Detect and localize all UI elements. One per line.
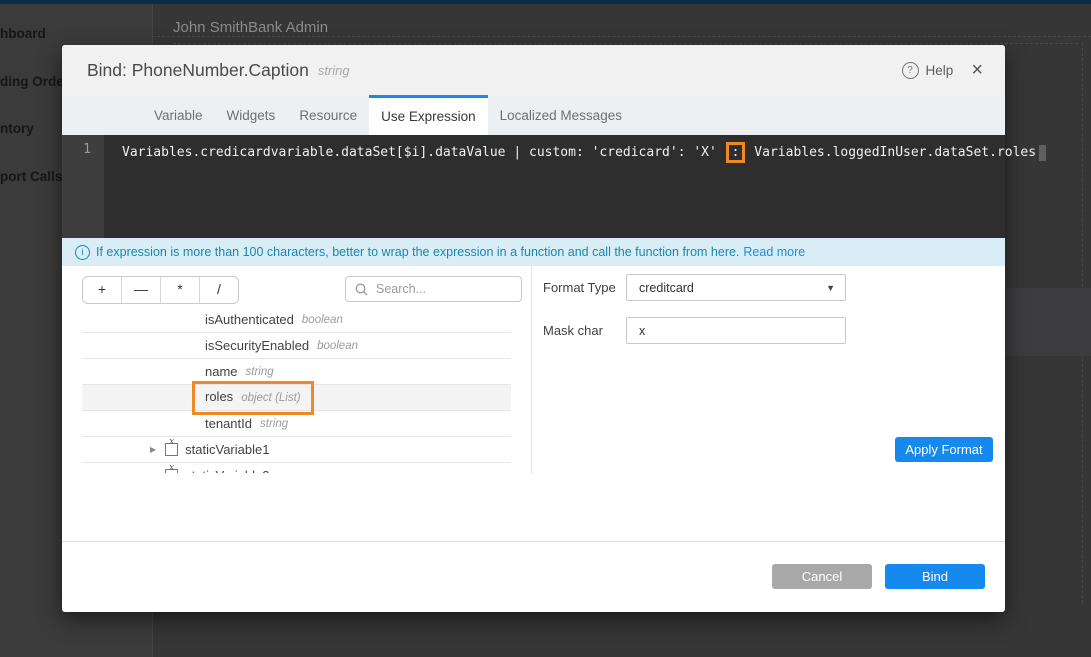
- search-icon: [355, 283, 368, 296]
- dialog-content: + — * /: [62, 266, 1005, 475]
- tree-row-type: string: [260, 411, 288, 437]
- help-label: Help: [926, 63, 954, 78]
- operator-button-group: + — * /: [82, 276, 239, 304]
- bind-dialog: Bind: PhoneNumber.Caption string ? Help …: [62, 45, 1005, 611]
- expand-arrow-icon[interactable]: ▶: [150, 437, 156, 463]
- bind-button[interactable]: Bind: [885, 564, 985, 589]
- tree-search-box: [345, 276, 522, 302]
- divide-operator-button[interactable]: /: [199, 277, 238, 303]
- help-icon: ?: [902, 62, 919, 79]
- tree-row-label: tenantId: [205, 411, 252, 437]
- colon-highlight-box: :: [726, 142, 746, 163]
- info-text: If expression is more than 100 character…: [96, 245, 739, 259]
- tree-row-label: staticVariable1: [185, 437, 269, 463]
- info-icon: i: [75, 245, 90, 260]
- plus-operator-button[interactable]: +: [83, 277, 121, 303]
- dialog-type-label: string: [318, 63, 350, 78]
- top-accent-bar: [0, 0, 1091, 4]
- tab-use-expression[interactable]: Use Expression: [369, 95, 488, 135]
- tree-row-tenantid[interactable]: tenantId string: [82, 411, 511, 437]
- sidebar-item-dashboard[interactable]: hboard: [0, 26, 150, 41]
- screen: hboard ding Order ntory port Calls John …: [0, 0, 1091, 657]
- tree-row-staticvariable1[interactable]: ▶ x staticVariable1: [82, 437, 511, 463]
- expression-editor[interactable]: 1 Variables.credicardvariable.dataSet[$i…: [62, 135, 1005, 238]
- format-type-label: Format Type: [543, 274, 626, 295]
- tab-resource[interactable]: Resource: [287, 95, 369, 135]
- tab-localized-messages[interactable]: Localized Messages: [488, 95, 634, 135]
- close-icon[interactable]: ×: [971, 60, 983, 80]
- tree-row-label: roles: [205, 384, 233, 410]
- format-type-value: creditcard: [639, 281, 694, 295]
- multiply-operator-button[interactable]: *: [160, 277, 199, 303]
- editor-gutter: 1: [62, 135, 104, 238]
- tree-toolbar: + — * /: [62, 266, 531, 310]
- tree-row-label: isAuthenticated: [205, 310, 294, 333]
- minus-operator-button[interactable]: —: [121, 277, 160, 303]
- canvas-panel: [1004, 288, 1091, 356]
- tree-row-roles[interactable]: roles object (List): [82, 385, 511, 411]
- mask-char-input[interactable]: [626, 317, 846, 344]
- apply-format-button[interactable]: Apply Format: [895, 437, 993, 462]
- tab-widgets[interactable]: Widgets: [215, 95, 288, 135]
- tree-row-staticvariable2[interactable]: ▶ x staticVariable2: [82, 463, 511, 473]
- format-panel: Format Type creditcard ▼ Mask char Apply…: [531, 266, 1005, 474]
- canvas-outline: [173, 43, 1078, 44]
- read-more-link[interactable]: Read more: [743, 245, 805, 259]
- header-user-label: John SmithBank Admin: [173, 19, 328, 36]
- line-number: 1: [83, 142, 91, 157]
- mask-char-label: Mask char: [543, 317, 626, 338]
- tree-row-label: isSecurityEnabled: [205, 333, 309, 359]
- tree-row-type: object (List): [241, 385, 300, 411]
- dialog-tabs: Variable Widgets Resource Use Expression…: [62, 95, 1005, 135]
- expression-info-bar: i If expression is more than 100 charact…: [62, 238, 1005, 266]
- tree-row-type: boolean: [317, 333, 358, 359]
- code-before-highlight: Variables.credicardvariable.dataSet[$i].…: [122, 145, 725, 160]
- help-button[interactable]: ? Help: [902, 62, 954, 79]
- tab-variable[interactable]: Variable: [142, 95, 215, 135]
- dialog-footer: Cancel Bind: [62, 541, 1005, 612]
- code-after-highlight: Variables.loggedInUser.dataSet.roles: [746, 145, 1036, 160]
- variable-icon: x: [165, 469, 178, 473]
- search-input[interactable]: [374, 281, 521, 297]
- dialog-header: Bind: PhoneNumber.Caption string ? Help …: [62, 45, 1005, 95]
- dialog-empty-area: [62, 474, 1005, 541]
- canvas-outline: [152, 36, 1091, 37]
- expand-arrow-icon[interactable]: ▶: [150, 463, 156, 474]
- variable-tree: isAuthenticated boolean isSecurityEnable…: [62, 310, 531, 473]
- text-cursor: [1039, 145, 1046, 161]
- variable-tree-panel: + — * /: [62, 266, 531, 474]
- tree-row-label: staticVariable2: [185, 463, 269, 474]
- dialog-title: Bind: PhoneNumber.Caption: [87, 60, 309, 81]
- tree-row-type: boolean: [302, 310, 343, 333]
- roles-highlight-box: roles object (List): [192, 381, 314, 415]
- tree-row-issecurityenabled[interactable]: isSecurityEnabled boolean: [82, 333, 511, 359]
- format-type-select[interactable]: creditcard ▼: [626, 274, 846, 301]
- tree-row-isauthenticated[interactable]: isAuthenticated boolean: [82, 310, 511, 333]
- expression-code-line[interactable]: Variables.credicardvariable.dataSet[$i].…: [122, 142, 1046, 163]
- cancel-button[interactable]: Cancel: [772, 564, 872, 589]
- chevron-down-icon: ▼: [826, 283, 835, 293]
